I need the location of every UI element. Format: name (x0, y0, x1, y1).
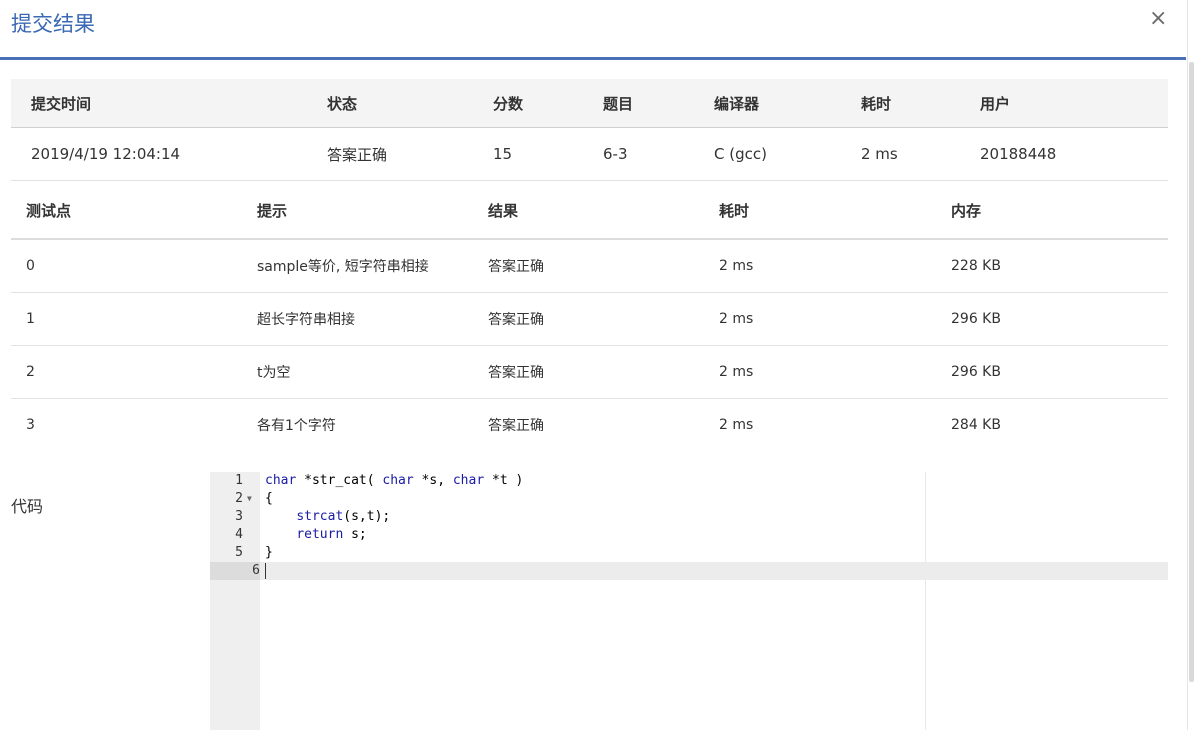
case-hint: t为空 (257, 345, 488, 399)
line-number: 6 (210, 562, 260, 580)
text-cursor (265, 562, 266, 579)
cases-header-row: 测试点 提示 结果 耗时 内存 (11, 182, 1168, 240)
case-hint: 各有1个字符 (257, 418, 336, 434)
header-status: 状态 (327, 79, 493, 128)
code-line: 5 } (210, 544, 1168, 562)
case-result: 答案正确 (488, 345, 719, 399)
table-row: 0 sample等价, 短字符串相接 答案正确 2 ms 228 KB (11, 239, 1168, 293)
summary-header-row: 提交时间 状态 分数 题目 编译器 耗时 用户 (11, 79, 1168, 128)
case-id: 3 (26, 417, 35, 433)
code-text: char *str_cat( char *s, char *t ) (265, 473, 524, 488)
code-label: 代码 (11, 497, 44, 516)
code-line: 4 return s; (210, 526, 1168, 544)
user: 20188448 (980, 127, 1168, 181)
score: 15 (493, 127, 603, 181)
header-duration: 耗时 (861, 79, 980, 128)
case-memory: 296 KB (951, 292, 1168, 346)
fold-arrow-icon[interactable]: ▼ (247, 490, 252, 508)
test-cases-table: 测试点 提示 结果 耗时 内存 0 sample等价, 短字符串相接 答案正确 … (11, 182, 1168, 451)
case-time: 2 ms (719, 239, 951, 293)
code-line-active: 6 (210, 562, 1168, 580)
compiler: C (gcc) (714, 127, 861, 181)
case-result: 答案正确 (488, 418, 544, 434)
header-user: 用户 (980, 79, 1168, 128)
case-memory: 284 KB (951, 417, 1001, 433)
code-text: { (265, 491, 273, 506)
case-memory: 296 KB (951, 345, 1168, 399)
modal-title: 提交结果 (11, 12, 95, 36)
code-line: 1 char *str_cat( char *s, char *t ) (210, 472, 1168, 490)
case-time: 2 ms (719, 417, 754, 433)
modal-header: 提交结果 × (0, 0, 1186, 60)
code-editor[interactable]: 1 char *str_cat( char *s, char *t ) 2 ▼ … (210, 472, 1168, 730)
duration: 2 ms (861, 127, 980, 181)
case-hint: sample等价, 短字符串相接 (257, 239, 488, 293)
header-score: 分数 (493, 79, 603, 128)
case-id: 0 (11, 239, 257, 293)
summary-row: 2019/4/19 12:04:14 答案正确 15 6-3 C (gcc) 2… (11, 127, 1168, 181)
scrollbar-thumb[interactable] (1189, 62, 1194, 682)
line-number: 3 (235, 509, 243, 524)
case-time: 2 ms (719, 345, 951, 399)
problem-link[interactable]: 6-3 (603, 127, 714, 181)
header-problem: 题目 (603, 79, 714, 128)
case-memory: 228 KB (951, 239, 1168, 293)
case-result: 答案正确 (488, 292, 719, 346)
status-badge: 答案正确 (327, 127, 493, 181)
table-row: 1 超长字符串相接 答案正确 2 ms 296 KB (11, 292, 1168, 346)
line-number: 2 (235, 491, 243, 506)
case-result: 答案正确 (488, 239, 719, 293)
header-submit-time: 提交时间 (11, 79, 327, 128)
case-id: 1 (11, 292, 257, 346)
submission-result-modal: 提交结果 × 提交时间 状态 分数 题目 编译器 耗时 用户 2019/4/19… (0, 0, 1186, 730)
header-result: 结果 (488, 182, 719, 240)
case-id: 2 (11, 345, 257, 399)
code-text: strcat(s,t); (296, 509, 391, 524)
header-time: 耗时 (719, 182, 951, 240)
line-number: 5 (235, 545, 243, 560)
code-text: return s; (296, 527, 367, 542)
table-row: 2 t为空 答案正确 2 ms 296 KB (11, 345, 1168, 399)
close-icon[interactable]: × (1149, 6, 1167, 31)
line-number: 1 (235, 473, 243, 488)
code-line: 2 ▼ { (210, 490, 1168, 508)
code-text (265, 562, 266, 580)
line-number: 4 (235, 527, 243, 542)
header-hint: 提示 (257, 182, 488, 240)
header-compiler: 编译器 (714, 79, 861, 128)
case-time: 2 ms (719, 292, 951, 346)
case-hint: 超长字符串相接 (257, 292, 488, 346)
submit-time: 2019/4/19 12:04:14 (11, 127, 327, 181)
header-memory: 内存 (951, 182, 1168, 240)
summary-table: 提交时间 状态 分数 题目 编译器 耗时 用户 2019/4/19 12:04:… (11, 79, 1168, 181)
code-text: } (265, 545, 273, 560)
header-test-point: 测试点 (11, 182, 257, 240)
code-line: 3 strcat(s,t); (210, 508, 1168, 526)
table-row: 3 各有1个字符 答案正确 2 ms 284 KB (11, 399, 1168, 452)
